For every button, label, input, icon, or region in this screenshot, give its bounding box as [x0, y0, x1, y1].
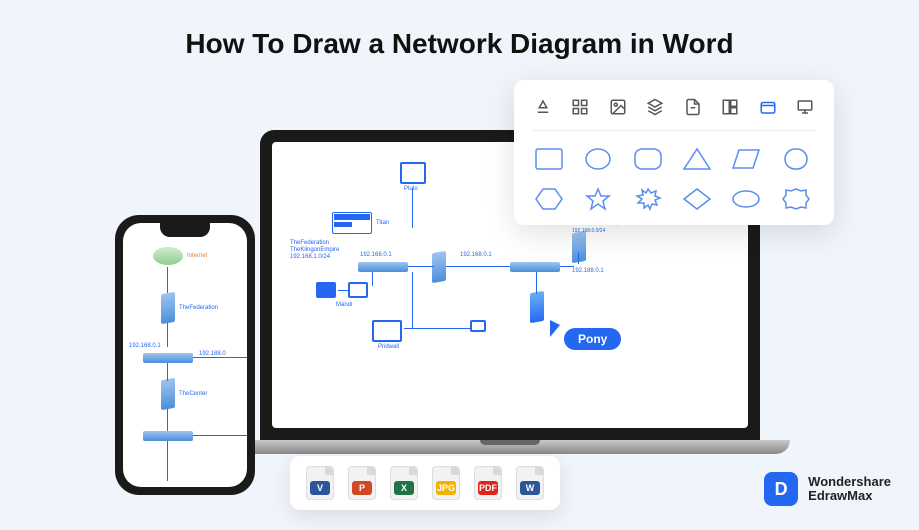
node-label: Titan — [376, 220, 389, 226]
presentation-icon[interactable] — [794, 96, 816, 118]
page-title: How To Draw a Network Diagram in Word — [0, 0, 919, 60]
connector — [412, 272, 413, 328]
connector — [560, 266, 574, 267]
cloud-icon — [153, 247, 183, 265]
shapes-grid — [532, 131, 816, 213]
shape-rounded-rect[interactable] — [631, 145, 665, 173]
server-icon — [530, 291, 544, 323]
node-label: TheKlingonEmpire — [290, 247, 339, 253]
connector — [193, 435, 247, 436]
switch-icon — [510, 262, 560, 272]
shape-ellipse[interactable] — [729, 185, 763, 213]
brand-name-bottom: EdrawMax — [808, 489, 891, 503]
brand-logo-icon: D — [764, 472, 798, 506]
monitor-icon — [348, 282, 368, 298]
phone-mockup: Internet TheFederation 192.168.0.1 192.1… — [115, 215, 255, 495]
apps-icon[interactable] — [569, 96, 591, 118]
server-icon — [161, 378, 175, 410]
connector — [167, 267, 168, 293]
collaborator-cursor: Pony — [564, 328, 621, 350]
server-icon — [432, 251, 446, 283]
export-visio[interactable]: V — [306, 466, 334, 500]
connector — [408, 266, 434, 267]
export-word[interactable]: W — [516, 466, 544, 500]
node-label: Mandi — [336, 302, 352, 308]
shape-circle[interactable] — [581, 145, 615, 173]
connector — [412, 188, 413, 228]
shapes-icon[interactable] — [757, 96, 779, 118]
phone-notch — [160, 223, 210, 237]
connector — [167, 409, 168, 431]
shape-hexagon[interactable] — [532, 185, 566, 213]
connector — [167, 441, 168, 481]
brand-name-top: Wondershare — [808, 475, 891, 489]
shape-diamond[interactable] — [680, 185, 714, 213]
node-label: TheFederation — [290, 240, 329, 246]
shapes-toolbar-panel — [514, 80, 834, 225]
shape-rounded-square[interactable] — [779, 145, 813, 173]
fill-icon[interactable] — [532, 96, 554, 118]
ip-label: 192.168.0.1 — [460, 252, 492, 258]
image-icon[interactable] — [607, 96, 629, 118]
connector — [372, 272, 373, 286]
node-label: Internet — [187, 253, 207, 259]
ip-label: 192.168.0.1 — [129, 343, 161, 349]
printer-icon — [316, 282, 336, 298]
node-label: 192.168.0.0/24 — [572, 228, 605, 234]
ip-label: 192.168.0.1 — [360, 252, 392, 258]
brand-logo-block: D Wondershare EdrawMax — [764, 472, 891, 506]
laptop-hinge — [480, 440, 540, 445]
node-label: Pluto — [404, 186, 418, 192]
connector — [167, 323, 168, 347]
laptop-icon — [372, 320, 402, 342]
cursor-icon — [550, 320, 560, 337]
connector — [536, 272, 537, 294]
switch-icon — [143, 353, 193, 363]
node-label: Pridwall — [378, 344, 399, 350]
connector — [338, 290, 348, 291]
layers-icon[interactable] — [644, 96, 666, 118]
export-format-bar: V P X JPG PDF W — [290, 456, 560, 510]
shape-burst[interactable] — [631, 185, 665, 213]
brand-text: Wondershare EdrawMax — [808, 475, 891, 504]
server-icon — [572, 231, 586, 263]
shape-star[interactable] — [581, 185, 615, 213]
switch-icon — [143, 431, 193, 441]
table-row-fill — [334, 222, 352, 227]
split-icon[interactable] — [719, 96, 741, 118]
phone-screen-content: Internet TheFederation 192.168.0.1 192.1… — [123, 223, 247, 487]
connector — [193, 357, 247, 358]
server-icon — [161, 292, 175, 324]
export-jpg[interactable]: JPG — [432, 466, 460, 500]
pc-icon — [400, 162, 426, 184]
node-label: 192.168.1.0/24 — [290, 254, 330, 260]
connector — [404, 328, 470, 329]
export-excel[interactable]: X — [390, 466, 418, 500]
shape-parallelogram[interactable] — [729, 145, 763, 173]
connector — [578, 252, 579, 264]
shape-rectangle[interactable] — [532, 145, 566, 173]
switch-icon — [358, 262, 408, 272]
page-icon[interactable] — [682, 96, 704, 118]
laptop-small-icon — [470, 320, 486, 332]
connector — [167, 363, 168, 381]
laptop-base — [230, 440, 790, 454]
node-label: TheCenter — [179, 391, 207, 397]
node-label: TheFederation — [179, 305, 218, 311]
export-powerpoint[interactable]: P — [348, 466, 376, 500]
toolbar-row — [532, 92, 816, 131]
table-row-fill — [334, 214, 370, 220]
shape-seal[interactable] — [779, 185, 813, 213]
ip-label: 192.188.0.1 — [572, 268, 604, 274]
export-pdf[interactable]: PDF — [474, 466, 502, 500]
shape-triangle[interactable] — [680, 145, 714, 173]
connector — [446, 266, 510, 267]
